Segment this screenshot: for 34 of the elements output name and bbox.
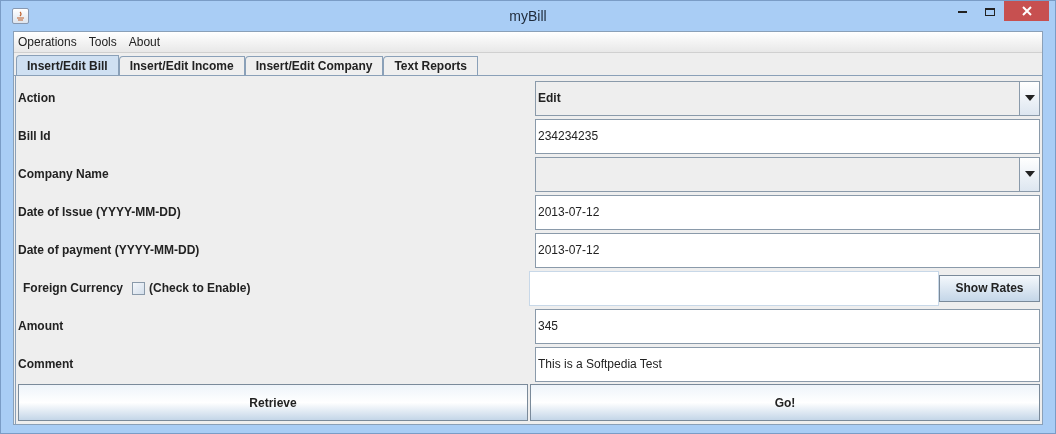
action-button[interactable]: Retrieve	[18, 384, 528, 421]
app-icon	[12, 8, 29, 24]
dropdown-arrow-icon	[1024, 95, 1035, 101]
menu-item[interactable]: Operations	[18, 33, 77, 51]
field-label: Date of payment (YYYY-MM-DD)	[18, 242, 200, 259]
menu-item[interactable]: About	[128, 33, 161, 51]
field-label: Date of Issue (YYYY-MM-DD)	[18, 204, 181, 221]
input-field[interactable]: 2013-07-12	[535, 232, 1040, 268]
show-rates-button[interactable]: Show Rates	[939, 274, 1040, 302]
input-field[interactable]: 345	[535, 308, 1040, 344]
field-label: Amount	[18, 318, 64, 335]
checkbox-label: (Check to Enable)	[149, 280, 251, 297]
close-button[interactable]	[1004, 1, 1049, 21]
action-button[interactable]: Go!	[530, 384, 1040, 421]
tab[interactable]: Insert/Edit Company	[244, 56, 384, 75]
checkbox[interactable]	[132, 281, 146, 295]
input-field[interactable]: 2013-07-12	[535, 194, 1040, 230]
tab[interactable]: Insert/Edit Income	[118, 56, 245, 75]
field-label: Comment	[18, 356, 74, 373]
field-label: Bill Id	[18, 128, 51, 145]
field-label: Action	[18, 90, 56, 107]
field-label: Company Name	[18, 166, 109, 183]
dropdown[interactable]: Edit	[535, 80, 1040, 116]
tab[interactable]: Insert/Edit Bill	[16, 55, 119, 75]
window-title: myBill	[509, 6, 547, 26]
tab[interactable]: Text Reports	[383, 56, 478, 75]
close-icon	[1021, 6, 1032, 16]
input-field[interactable]: This is a Softpedia Test	[535, 346, 1040, 382]
input-field[interactable]: 234234235	[535, 118, 1040, 154]
dropdown[interactable]	[535, 156, 1040, 192]
input-field[interactable]	[529, 270, 939, 306]
field-label: Foreign Currency	[23, 280, 124, 297]
dropdown-arrow-icon	[1024, 171, 1035, 177]
menu-item[interactable]: Tools	[88, 33, 117, 51]
